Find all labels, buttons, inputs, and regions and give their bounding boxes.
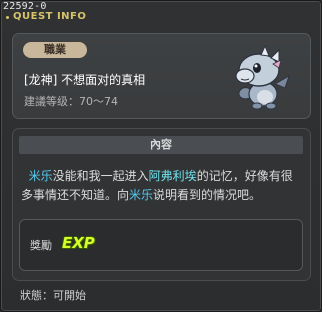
reward-box: 獎勵 EXP: [19, 219, 303, 271]
quest-info-window: 22592-0 QUEST INFO 職業 [龙神] 不想面对的真相 建議等级：…: [0, 0, 322, 312]
window-title: QUEST INFO: [6, 11, 87, 22]
content-section-title: 內容: [19, 136, 303, 154]
reward-label: 獎勵: [30, 239, 52, 252]
npc-name-link-2: 米乐: [129, 188, 154, 202]
quest-description: 米乐没能和我一起进入阿弗利埃的记忆，好像有很多事情还不知道。向米乐说明看到的情况…: [21, 169, 293, 202]
window-title-text: QUEST INFO: [13, 11, 87, 22]
job-badge: 職業: [23, 42, 87, 58]
npc-name-link: 米乐: [28, 169, 53, 183]
quest-content-panel: 內容 米乐没能和我一起进入阿弗利埃的记忆，好像有很多事情还不知道。向米乐说明看到…: [12, 128, 311, 281]
quest-header-panel: 職業 [龙神] 不想面对的真相 建議等级：70～74: [12, 33, 311, 119]
quest-status: 狀態：可開始: [20, 289, 86, 302]
place-name-link: 阿弗利埃: [148, 169, 197, 183]
exp-reward-icon: EXP: [62, 234, 95, 252]
quest-name: [龙神] 不想面对的真相: [24, 73, 146, 87]
baby-dragon-npc-icon: [235, 44, 290, 110]
quest-level-range: 建議等级：70～74: [24, 95, 118, 108]
title-bullet-icon: [6, 16, 9, 19]
